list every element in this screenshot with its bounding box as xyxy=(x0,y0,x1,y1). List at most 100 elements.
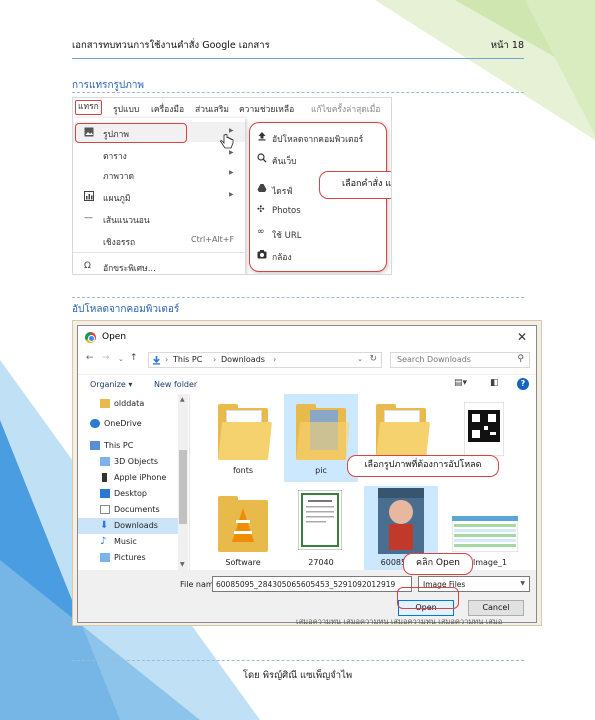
nav-item-olddata[interactable]: olddata xyxy=(78,396,178,412)
nav-item-apple-iphone[interactable]: Apple iPhone xyxy=(78,470,178,486)
file-label: 27040 xyxy=(308,558,334,567)
insert-menu-item-horizontal-line[interactable]: — เส้นแนวนอน xyxy=(73,208,245,228)
page-header: เอกสารทบทวนการใช้งานคำสั่ง Google เอกสาร… xyxy=(72,38,524,54)
insert-menu-item-drawing[interactable]: ภาพวาด ▶ xyxy=(73,164,245,184)
chrome-icon xyxy=(85,332,96,343)
callout-click-open: คลิก Open xyxy=(403,553,473,575)
dialog-footer: File name: 60085095_284305065605453_5291… xyxy=(78,570,536,622)
menu-help[interactable]: ความช่วยเหลือ xyxy=(239,102,294,116)
link-icon: ∞ xyxy=(257,227,265,237)
search-placeholder: Search Downloads xyxy=(397,355,471,364)
menubar: แทรก รูปแบบ เครื่องมือ ส่วนเสริม ความช่ว… xyxy=(73,98,391,118)
menu-insert[interactable]: แทรก xyxy=(75,100,102,115)
submenu-item-photos[interactable]: ✣ Photos xyxy=(250,201,384,221)
path-segment-downloads[interactable]: Downloads xyxy=(221,355,265,364)
nav-label: Apple iPhone xyxy=(114,473,167,482)
organize-button[interactable]: Organize ▾ xyxy=(90,380,132,389)
submenu-item-search-web[interactable]: ค้นเว็บ xyxy=(250,149,384,169)
nav-item-documents[interactable]: Documents xyxy=(78,502,178,518)
section-title-upload: อัปโหลดจากคอมพิวเตอร์ xyxy=(72,304,180,315)
file-item-folder[interactable]: fonts xyxy=(206,394,280,482)
footer-rule xyxy=(72,660,524,661)
nav-item-pictures[interactable]: Pictures xyxy=(78,550,178,566)
chevron-down-icon[interactable]: ⌄ xyxy=(357,355,363,363)
computer-icon xyxy=(90,441,100,450)
insert-menu-item-footnote[interactable]: เชิงอรรถ Ctrl+Alt+F xyxy=(73,230,245,250)
document-thumbnail xyxy=(298,490,342,550)
preview-pane-icon[interactable]: ◧ xyxy=(490,378,499,388)
up-icon[interactable]: ↑ xyxy=(130,353,138,363)
menu-tools[interactable]: เครื่องมือ xyxy=(151,102,184,116)
submenu-item-camera[interactable]: กล้อง xyxy=(250,245,384,265)
help-icon[interactable]: ? xyxy=(517,378,529,390)
close-icon[interactable]: ✕ xyxy=(517,330,527,344)
view-options-icon[interactable]: ▤▾ xyxy=(454,378,467,388)
image-item-highlight xyxy=(75,123,187,143)
submenu-label: ใช้ URL xyxy=(272,231,302,241)
refresh-icon[interactable]: ↻ xyxy=(369,354,377,364)
cancel-button[interactable]: Cancel xyxy=(468,600,524,616)
nav-item-3d-objects[interactable]: 3D Objects xyxy=(78,454,178,470)
insert-menu-item-special-chars[interactable]: Ω อักขระพิเศษ... xyxy=(73,256,245,274)
submenu-label: ไดรฟ์ xyxy=(272,187,293,197)
nav-item-downloads[interactable]: ⬇ Downloads xyxy=(78,518,178,534)
nav-label: Documents xyxy=(114,505,160,514)
chevron-down-icon: ▼ xyxy=(520,580,525,587)
scroll-down-icon[interactable]: ▼ xyxy=(180,561,185,568)
menu-addons[interactable]: ส่วนเสริม xyxy=(195,102,229,116)
chart-icon xyxy=(84,191,94,201)
scroll-up-icon[interactable]: ▲ xyxy=(180,396,185,403)
path-segment-this-pc[interactable]: This PC xyxy=(173,355,202,364)
insert-menu-item-chart[interactable]: แผนภูมิ ▶ xyxy=(73,186,245,206)
recent-dropdown-icon[interactable]: ⌄ xyxy=(118,355,124,363)
photos-icon: ✣ xyxy=(257,205,265,215)
section-rule xyxy=(72,92,524,93)
submenu-label: Photos xyxy=(272,206,301,216)
dialog-toolbar: Organize ▾ New folder ▤▾ ◧ ? xyxy=(78,374,536,394)
pictures-icon xyxy=(100,553,110,562)
submenu-item-upload-computer[interactable]: อัปโหลดจากคอมพิวเตอร์ xyxy=(250,127,384,147)
menu-format[interactable]: รูปแบบ xyxy=(113,102,139,116)
submenu-item-url[interactable]: ∞ ใช้ URL xyxy=(250,223,384,243)
back-icon[interactable]: ← xyxy=(86,353,94,363)
file-item-27040[interactable]: 27040 xyxy=(284,486,358,574)
submenu-arrow-icon: ▶ xyxy=(229,191,234,198)
nav-label: Desktop xyxy=(114,489,147,498)
nav-item-this-pc[interactable]: This PC xyxy=(78,438,178,454)
file-name-input[interactable]: 60085095_284305065605453_5291092012919 xyxy=(212,576,412,592)
nav-label: olddata xyxy=(114,399,145,408)
nav-label: OneDrive xyxy=(104,419,142,428)
navigation-pane: olddata OneDrive This PC 3D Objects Appl… xyxy=(78,394,190,570)
submenu-arrow-icon: ▶ xyxy=(229,169,234,176)
search-input[interactable]: Search Downloads ⚲ xyxy=(390,352,530,368)
nav-item-desktop[interactable]: Desktop xyxy=(78,486,178,502)
nav-item-music[interactable]: ♪ Music xyxy=(78,534,178,550)
spreadsheet-thumbnail xyxy=(452,516,518,552)
page-number: หน้า 18 xyxy=(490,40,524,51)
scrollbar-thumb[interactable] xyxy=(179,450,187,524)
search-icon xyxy=(257,153,267,163)
nav-label: This PC xyxy=(104,441,134,450)
nav-label: Music xyxy=(114,537,137,546)
file-name-value: 60085095_284305065605453_5291092012919 xyxy=(216,580,396,589)
folder-icon xyxy=(376,404,430,460)
file-list: fonts pic er Software 27040 xyxy=(192,394,536,574)
documents-icon xyxy=(100,505,110,514)
address-bar[interactable]: › This PC › Downloads › ⌄ ↻ xyxy=(148,352,382,368)
downloads-path-icon xyxy=(152,356,161,365)
music-icon: ♪ xyxy=(100,536,107,547)
new-folder-button[interactable]: New folder xyxy=(154,380,197,389)
file-label: Software xyxy=(225,558,261,567)
search-icon: ⚲ xyxy=(517,354,524,364)
nav-label: Downloads xyxy=(114,521,158,530)
folder-icon xyxy=(100,399,110,408)
last-edit-link[interactable]: แก้ไขครั้งล่าสุดเมื่อ xyxy=(311,102,380,116)
folder-photo-icon xyxy=(296,404,350,460)
shortcut-label: Ctrl+Alt+F xyxy=(191,235,235,244)
file-item-software[interactable]: Software xyxy=(206,486,280,574)
forward-icon[interactable]: → xyxy=(102,353,110,363)
desktop-icon xyxy=(100,489,110,498)
nav-scrollbar[interactable]: ▲ ▼ xyxy=(178,394,188,570)
download-icon: ⬇ xyxy=(100,520,109,531)
nav-item-onedrive[interactable]: OneDrive xyxy=(78,416,178,432)
